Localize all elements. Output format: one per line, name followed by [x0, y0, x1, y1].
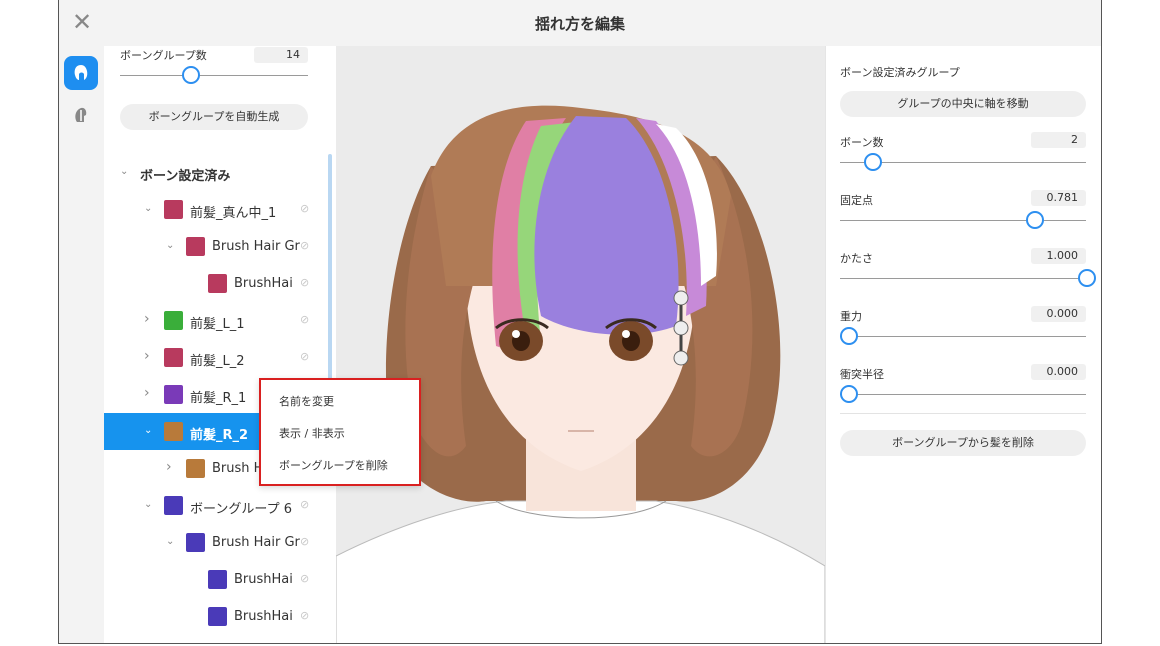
- color-swatch: [164, 200, 183, 219]
- eye-off-icon[interactable]: ⊘: [300, 202, 309, 215]
- tree-item-label: 前髪_真ん中_1: [190, 206, 277, 221]
- tree-item-label: Brush Hair Gr: [212, 535, 300, 550]
- tree-item[interactable]: ⌄ ボーングループ 6 ⊘: [104, 487, 326, 524]
- tree-item-label: 前髪_R_2: [190, 428, 249, 443]
- eye-off-icon[interactable]: ⊘: [300, 239, 309, 252]
- rename-menu-item[interactable]: 名前を変更: [279, 393, 334, 409]
- avatar-preview: [336, 105, 825, 643]
- tree-scrollbar[interactable]: [328, 154, 332, 404]
- tree-item[interactable]: BrushHai ⊘: [104, 561, 326, 598]
- tree-item-label: BrushHai: [234, 609, 293, 624]
- remove-hair-button[interactable]: ボーングループから髪を削除: [840, 430, 1086, 456]
- tree-item-label: BrushHai: [234, 276, 293, 291]
- eye-off-icon[interactable]: ⊘: [300, 276, 309, 289]
- chevron-right-icon[interactable]: ›: [166, 459, 172, 475]
- param-slider-knob[interactable]: [840, 327, 858, 345]
- tree-item[interactable]: ⌄ 前髪_真ん中_1 ⊘: [104, 191, 326, 228]
- chevron-down-icon[interactable]: ⌄: [144, 203, 152, 214]
- param-slider-knob[interactable]: [840, 385, 858, 403]
- color-swatch: [208, 607, 227, 626]
- param-slider-track[interactable]: [840, 220, 1086, 221]
- tree-item-label: 前髪_R_1: [190, 391, 247, 406]
- tree-item[interactable]: BrushHai ⊘: [104, 598, 326, 635]
- eye-off-icon[interactable]: ⊘: [300, 350, 309, 363]
- chevron-down-icon[interactable]: ⌄: [166, 536, 174, 547]
- color-swatch: [164, 385, 183, 404]
- eye-off-icon[interactable]: ⊘: [300, 313, 309, 326]
- param-slider-track[interactable]: [840, 278, 1086, 279]
- tree-item[interactable]: › 前髪_L_2 ⊘: [104, 339, 326, 376]
- param-value[interactable]: 0.781: [1031, 190, 1086, 206]
- param-slider-track[interactable]: [840, 394, 1086, 395]
- auto-generate-button[interactable]: ボーングループを自動生成: [120, 104, 308, 130]
- param-label: 衝突半径: [840, 368, 884, 381]
- hair-icon: [74, 65, 88, 80]
- chevron-right-icon[interactable]: ›: [144, 385, 150, 401]
- toggle-visibility-menu-item[interactable]: 表示 / 非表示: [279, 425, 345, 441]
- group-count-track[interactable]: [120, 75, 308, 76]
- eye-off-icon[interactable]: ⊘: [300, 609, 309, 622]
- chevron-down-icon[interactable]: ⌄: [144, 499, 152, 510]
- param-slider-track[interactable]: [840, 336, 1086, 337]
- chevron-right-icon[interactable]: ›: [144, 348, 150, 364]
- eye-off-icon[interactable]: ⊘: [300, 572, 309, 585]
- chevron-right-icon[interactable]: ›: [144, 311, 150, 327]
- hair-sway-tool-button[interactable]: [64, 56, 98, 90]
- section-title: ボーン設定済みグループ: [840, 66, 960, 79]
- color-swatch: [164, 496, 183, 515]
- context-menu: 名前を変更 表示 / 非表示 ボーングループを削除: [259, 378, 421, 486]
- title-bar: ✕ 揺れ方を編集: [59, 0, 1101, 47]
- param-value[interactable]: 1.000: [1031, 248, 1086, 264]
- param-label: ボーン数: [840, 136, 884, 149]
- color-swatch: [186, 533, 205, 552]
- tool-icon-bar: [59, 46, 105, 643]
- tree-item-label: 前髪_L_2: [190, 354, 245, 369]
- tree-item-label: Brush Hair Gr: [212, 239, 300, 254]
- bone-settings-panel: ボーン設定済みグループ グループの中央に軸を移動 ボーン数 2 固定点 0.781 かた…: [825, 46, 1101, 643]
- group-count-slider-knob[interactable]: [182, 66, 201, 84]
- tree-item[interactable]: BrushHai ⊘: [104, 265, 326, 302]
- param-label: かたさ: [840, 252, 873, 265]
- group-count-value[interactable]: 14: [254, 47, 308, 63]
- tree-item[interactable]: ⌄ Brush Hair Gr ⊘: [104, 524, 326, 561]
- param-slider-knob[interactable]: [1025, 211, 1044, 229]
- chevron-down-icon[interactable]: ⌄: [144, 425, 152, 436]
- eye-off-icon[interactable]: ⊘: [300, 535, 309, 548]
- tree-item-label: BrushHai: [234, 572, 293, 587]
- color-swatch: [208, 570, 227, 589]
- param-value[interactable]: 2: [1031, 132, 1086, 148]
- tree-root-item[interactable]: ⌄ ボーン設定済み: [104, 154, 326, 191]
- tree-item[interactable]: ⌄ Brush Hair Gr ⊘: [104, 228, 326, 265]
- tree-item-label: ボーングループ 6: [190, 502, 292, 517]
- bone-group-panel: ボーングループ数 14 ボーングループを自動生成 ⌄ ボーン設定済み ⌄ 前髪_真ん中…: [104, 46, 336, 643]
- tree-item[interactable]: › 前髪_L_1 ⊘: [104, 302, 326, 339]
- center-axis-button[interactable]: グループの中央に軸を移動: [840, 91, 1086, 117]
- param-label: 固定点: [840, 194, 873, 207]
- head-tool-button[interactable]: [64, 98, 98, 132]
- tree-item-label: Brush H: [212, 461, 264, 476]
- edit-sway-window: ✕ 揺れ方を編集 ボーングループ数 14 ボーングループを自動生成 ⌄ ボーン設定…: [58, 0, 1102, 644]
- tree-item-label: 前髪_L_1: [190, 317, 245, 332]
- group-count-label: ボーングループ数: [120, 49, 207, 62]
- param-label: 重力: [840, 310, 862, 323]
- param-slider-knob[interactable]: [863, 153, 882, 171]
- color-swatch: [164, 422, 183, 441]
- divider: [840, 413, 1086, 414]
- color-swatch: [208, 274, 227, 293]
- param-value[interactable]: 0.000: [1031, 364, 1086, 380]
- param-slider-knob[interactable]: [1078, 269, 1096, 287]
- eye-off-icon[interactable]: ⊘: [300, 498, 309, 511]
- tree-item-label: ボーン設定済み: [140, 169, 231, 184]
- color-swatch: [164, 348, 183, 367]
- delete-group-menu-item[interactable]: ボーングループを削除: [279, 457, 388, 473]
- color-swatch: [186, 459, 205, 478]
- color-swatch: [164, 311, 183, 330]
- window-title: 揺れ方を編集: [534, 15, 625, 33]
- chevron-down-icon[interactable]: ⌄: [120, 166, 128, 177]
- avatar-preview-viewport[interactable]: [336, 46, 825, 643]
- param-value[interactable]: 0.000: [1031, 306, 1086, 322]
- chevron-down-icon[interactable]: ⌄: [166, 240, 174, 251]
- color-swatch: [186, 237, 205, 256]
- head-icon: [75, 107, 87, 122]
